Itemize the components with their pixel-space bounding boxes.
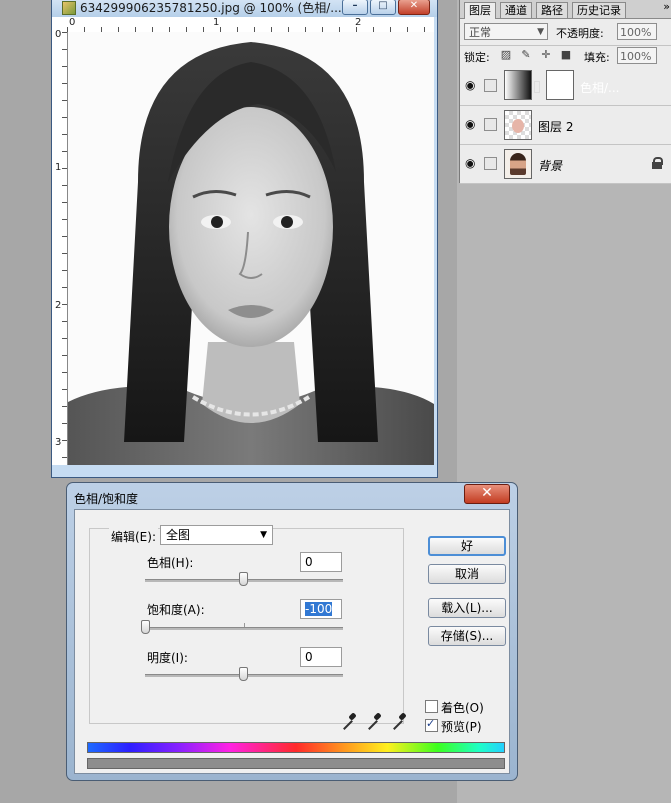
layer-name: 图层 2 <box>538 120 574 134</box>
lock-icon <box>652 157 663 169</box>
fill-label: 填充: <box>584 51 610 64</box>
layer-name: 色相/... <box>580 81 620 95</box>
output-spectrum-bar <box>87 758 505 769</box>
saturation-slider-track[interactable] <box>145 627 343 630</box>
tab-channels[interactable]: 通道 <box>500 2 532 18</box>
edit-label: 编辑(E): <box>109 528 158 545</box>
layer-row-layer2[interactable]: 图层 2 <box>460 106 671 145</box>
tab-history[interactable]: 历史记录 <box>572 2 626 18</box>
load-button[interactable]: 载入(L)... <box>428 598 506 618</box>
chevron-down-icon: ▼ <box>260 530 267 540</box>
eye-icon[interactable] <box>465 79 479 91</box>
canvas-photo[interactable] <box>68 32 434 465</box>
layer-row-hue-saturation[interactable]: 色相/... <box>460 67 671 106</box>
preview-checkbox[interactable] <box>425 717 438 732</box>
input-spectrum-bar <box>87 742 505 753</box>
layer-row-background[interactable]: 背景 <box>460 145 671 184</box>
lightness-label: 明度(I): <box>147 651 188 665</box>
opacity-label: 不透明度: <box>556 27 604 40</box>
close-window-button[interactable]: ✕ <box>398 0 430 15</box>
cancel-button[interactable]: 取消 <box>428 564 506 584</box>
tab-layers[interactable]: 图层 <box>464 2 496 19</box>
eyedropper-minus-icon[interactable] <box>390 712 406 728</box>
hue-saturation-dialog: 色相/饱和度 ✕ 编辑(E): 全图 ▼ 色相(H): 0 饱和度(A): -1… <box>66 482 518 781</box>
hue-field[interactable]: 0 <box>300 552 342 572</box>
link-box[interactable] <box>484 118 497 131</box>
colorize-label: 着色(O) <box>441 701 484 715</box>
lock-image-icon[interactable]: ✎ <box>520 49 532 61</box>
blend-row: 正常 ▼ 不透明度: 100% <box>460 19 671 46</box>
grayscale-portrait-image <box>68 32 434 465</box>
colorize-checkbox[interactable] <box>425 700 438 713</box>
edit-range-select[interactable]: 全图 ▼ <box>160 525 273 545</box>
tab-paths[interactable]: 路径 <box>536 2 568 18</box>
document-window: 634299906235781250.jpg @ 100% (色相/... – … <box>51 0 438 478</box>
lock-position-icon[interactable]: ✛ <box>540 49 552 61</box>
ruler-h-label: 1 <box>213 17 220 28</box>
blend-mode-select[interactable]: 正常 ▼ <box>464 23 548 40</box>
saturation-slider-thumb[interactable] <box>141 620 150 634</box>
document-title: 634299906235781250.jpg @ 100% (色相/... <box>80 1 342 15</box>
minimize-button[interactable]: – <box>342 0 368 15</box>
lock-all-icon[interactable]: ■ <box>560 49 572 61</box>
adjustment-group <box>89 528 404 724</box>
eye-icon[interactable] <box>465 118 479 130</box>
ruler-v-label: 0 <box>55 29 62 40</box>
preview-label: 预览(P) <box>441 720 482 734</box>
dialog-body: 编辑(E): 全图 ▼ 色相(H): 0 饱和度(A): -100 明度(I):… <box>74 509 510 774</box>
eyedropper-plus-icon[interactable] <box>365 712 381 728</box>
opacity-field[interactable]: 100% <box>617 23 657 40</box>
ruler-h-label: 0 <box>69 17 76 28</box>
dialog-title: 色相/饱和度 <box>74 492 139 506</box>
chain-link-icon[interactable] <box>534 81 540 93</box>
eye-icon[interactable] <box>465 157 479 169</box>
slider-midpoint-tick <box>244 623 245 627</box>
preview-option[interactable]: 预览(P) <box>425 717 482 735</box>
layer-mask-thumbnail[interactable] <box>546 70 574 100</box>
blend-mode-value: 正常 <box>469 26 491 39</box>
ruler-v-label: 2 <box>55 300 62 311</box>
ruler-h-label: 2 <box>355 17 362 28</box>
lock-transparency-icon[interactable]: ▨ <box>500 49 512 61</box>
lock-row: 锁定: ▨ ✎ ✛ ■ 填充: 100% <box>460 45 671 68</box>
saturation-value: -100 <box>305 602 333 616</box>
adjustment-thumbnail[interactable] <box>504 70 532 100</box>
saturation-label: 饱和度(A): <box>147 603 205 617</box>
dialog-close-button[interactable]: ✕ <box>464 484 510 504</box>
adjustment-layer-icon <box>484 79 497 92</box>
ruler-v-label: 3 <box>55 437 62 448</box>
colorize-option[interactable]: 着色(O) <box>425 699 484 716</box>
layer-name: 背景 <box>538 159 563 173</box>
horizontal-ruler[interactable]: 0 1 2 <box>67 17 434 33</box>
document-titlebar[interactable]: 634299906235781250.jpg @ 100% (色相/... – … <box>52 0 437 17</box>
fill-field[interactable]: 100% <box>617 47 657 64</box>
lightness-field[interactable]: 0 <box>300 647 342 667</box>
lock-label: 锁定: <box>464 51 490 64</box>
hue-label: 色相(H): <box>147 556 194 570</box>
lightness-slider-thumb[interactable] <box>239 667 248 681</box>
edit-range-value: 全图 <box>166 528 191 542</box>
layers-panel: 图层 通道 路径 历史记录 » 正常 ▼ 不透明度: 100% 锁定: ▨ ✎ … <box>459 0 671 184</box>
ok-button[interactable]: 好 <box>428 536 506 556</box>
ruler-v-label: 1 <box>55 162 62 173</box>
vertical-ruler[interactable]: 0 1 2 3 <box>52 29 68 465</box>
saturation-field[interactable]: -100 <box>300 599 342 619</box>
background-thumbnail[interactable] <box>504 149 532 179</box>
layer-thumbnail[interactable] <box>504 110 532 140</box>
chevron-down-icon: ▼ <box>537 27 544 37</box>
maximize-button[interactable]: □ <box>370 0 396 15</box>
save-button[interactable]: 存储(S)... <box>428 626 506 646</box>
jpg-file-icon <box>62 1 76 15</box>
eyedropper-icon[interactable] <box>340 712 356 728</box>
link-box[interactable] <box>484 157 497 170</box>
panel-tabs: 图层 通道 路径 历史记录 » <box>460 0 671 19</box>
hue-slider-thumb[interactable] <box>239 572 248 586</box>
panel-menu-icon[interactable]: » <box>663 0 670 13</box>
